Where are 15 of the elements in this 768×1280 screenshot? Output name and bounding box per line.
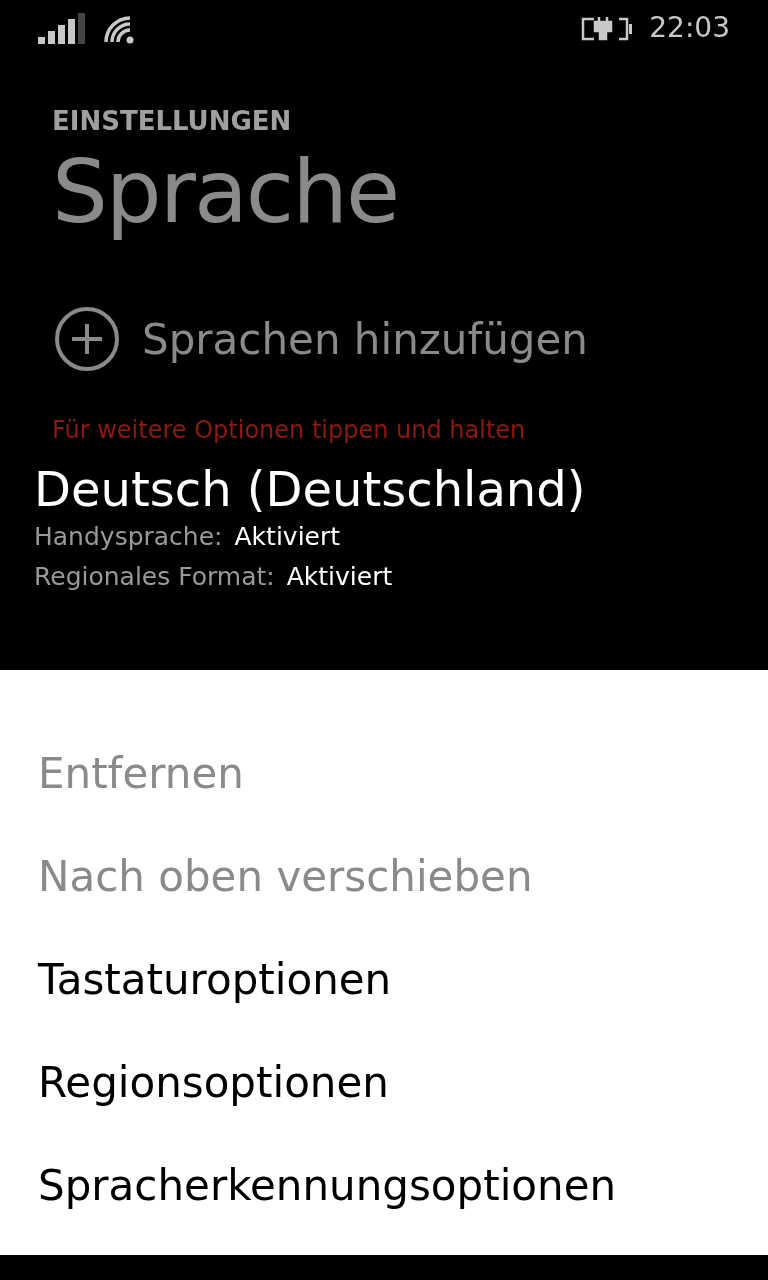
detail-label: Handysprache: bbox=[34, 522, 223, 552]
language-name: Deutsch (Deutschland) bbox=[34, 462, 587, 518]
detail-label: Regionales Format: bbox=[34, 562, 275, 592]
clock-time: 22:03 bbox=[649, 10, 730, 46]
detail-value: Aktiviert bbox=[234, 522, 341, 552]
signal-icon bbox=[38, 12, 86, 44]
hint-text: Für weitere Optionen tippen und halten bbox=[52, 415, 527, 446]
battery-charging-icon bbox=[581, 14, 634, 42]
add-icon bbox=[54, 306, 120, 372]
menu-item[interactable]: Spracherkennungsoptionen bbox=[38, 1134, 617, 1237]
app-title: EINSTELLUNGEN bbox=[52, 108, 293, 134]
add-languages-button[interactable]: Sprachen hinzufügen bbox=[54, 306, 768, 372]
detail-value: Aktiviert bbox=[286, 562, 393, 592]
menu-item[interactable]: Regionsoptionen bbox=[38, 1031, 389, 1134]
menu-item[interactable]: Tastaturoptionen bbox=[38, 928, 392, 1031]
